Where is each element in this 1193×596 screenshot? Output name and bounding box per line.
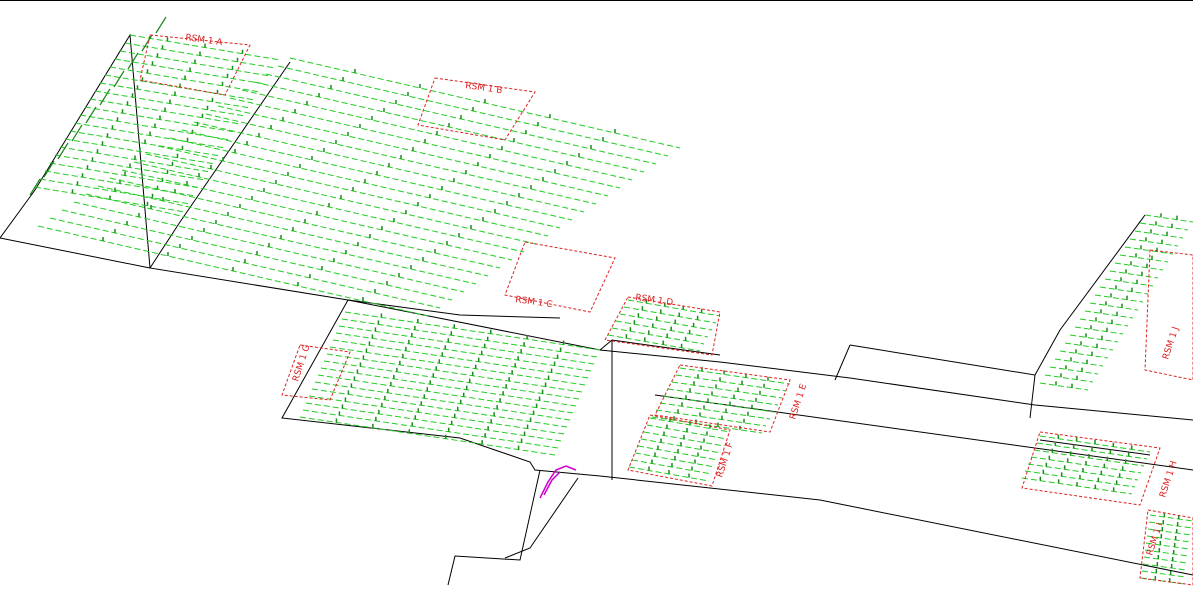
- pipe-line: [1094, 294, 1144, 303]
- sprinkler-pipes: [29, 16, 1193, 585]
- pipe-line: [1114, 262, 1164, 271]
- building-outline: [0, 33, 1193, 586]
- pipe-line: [1049, 366, 1099, 375]
- pipe-line: [1079, 318, 1129, 327]
- riser-line: [113, 70, 125, 88]
- pipe-line: [1074, 326, 1124, 335]
- pipe-line: [1054, 358, 1104, 367]
- pipe-line: [659, 402, 771, 420]
- pipe-line: [1134, 230, 1184, 239]
- zone-label-d: RSM 1 D: [635, 293, 674, 308]
- pipe-line: [671, 381, 783, 399]
- zone-label-a: RSM 1 A: [185, 33, 224, 48]
- zone-label-b: RSM 1 B: [465, 81, 503, 96]
- riser-line: [85, 106, 97, 124]
- pipe-line: [335, 332, 592, 372]
- pipe-line: [651, 416, 763, 434]
- riser-line: [155, 16, 167, 34]
- pipe-line: [1124, 246, 1174, 255]
- pipe-line: [344, 311, 601, 351]
- pipe-line: [317, 374, 574, 414]
- pipe-line: [1064, 342, 1114, 351]
- pipe-line: [320, 367, 577, 407]
- pipe-line: [338, 325, 595, 365]
- pipe-line: [1104, 278, 1154, 287]
- pipe-line: [308, 395, 565, 435]
- pipe-line: [1099, 286, 1149, 295]
- riser-line: [29, 178, 41, 196]
- pipe-line: [323, 360, 580, 400]
- pipe-line: [1039, 382, 1089, 391]
- zone-label-i: RSM 1 I: [1145, 522, 1165, 557]
- pipe-line: [679, 367, 791, 385]
- zone-label-c: RSM 1 C: [515, 295, 553, 310]
- pipe-line: [326, 353, 583, 393]
- pipe-line: [1129, 238, 1179, 247]
- zone-label-e: RSM 1 E: [788, 382, 809, 420]
- pipe-line: [1119, 254, 1169, 263]
- zone-label-g: RSM 1 G: [291, 344, 312, 383]
- riser-line: [43, 160, 55, 178]
- zone-boxes: [139, 34, 1193, 586]
- riser-line: [99, 88, 111, 106]
- pipe-line: [314, 381, 571, 421]
- pipe-line: [1084, 310, 1134, 319]
- pipe-line: [332, 339, 589, 379]
- pipe-line: [667, 388, 779, 406]
- pipe-line: [1044, 374, 1094, 383]
- pipe-line: [1089, 302, 1139, 311]
- pipe-line: [1144, 214, 1193, 223]
- pipe-line: [1143, 556, 1188, 564]
- pipe-line: [1149, 514, 1193, 522]
- pipe-line: [1109, 270, 1159, 279]
- pipe-line: [311, 388, 568, 428]
- pipe-line: [341, 318, 598, 358]
- pipe-line: [329, 346, 586, 386]
- pipe-line: [1069, 334, 1119, 343]
- pipe-line: [1139, 222, 1189, 231]
- pipe-line: [1059, 350, 1109, 359]
- pipe-line: [302, 409, 559, 449]
- cad-drawing-canvas[interactable]: RSM 1 A RSM 1 B RSM 1 C RSM 1 D RSM 1 E …: [0, 0, 1193, 596]
- zone-label-j: RSM 1 J: [1161, 326, 1181, 361]
- zone-label-f: RSM 1 F: [715, 441, 736, 479]
- pipe-line: [299, 416, 556, 456]
- pipe-line: [1140, 577, 1185, 585]
